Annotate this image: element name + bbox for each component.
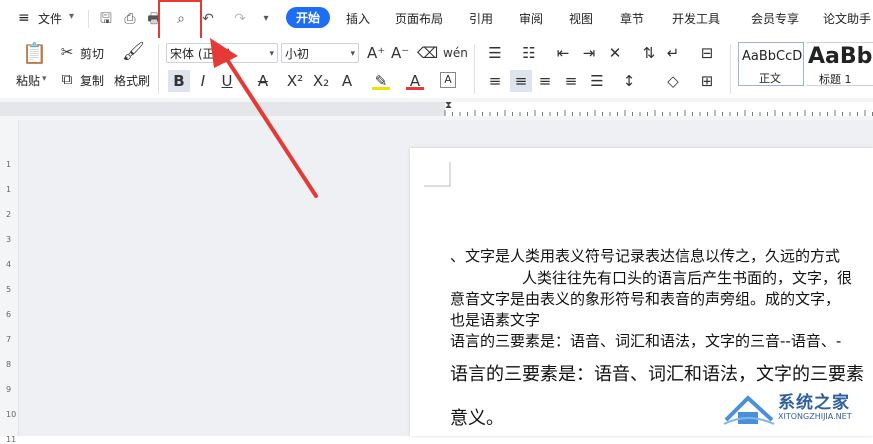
annotation-arrow (210, 38, 318, 198)
vertical-ruler-number: 11 (6, 435, 17, 444)
watermark: 系统之家 XITONGZHIJIA.NET (722, 386, 873, 436)
house-logo-icon (723, 395, 775, 425)
watermark-title: 系统之家 (778, 393, 850, 413)
watermark-url: XITONGZHIJIA.NET (778, 412, 852, 421)
